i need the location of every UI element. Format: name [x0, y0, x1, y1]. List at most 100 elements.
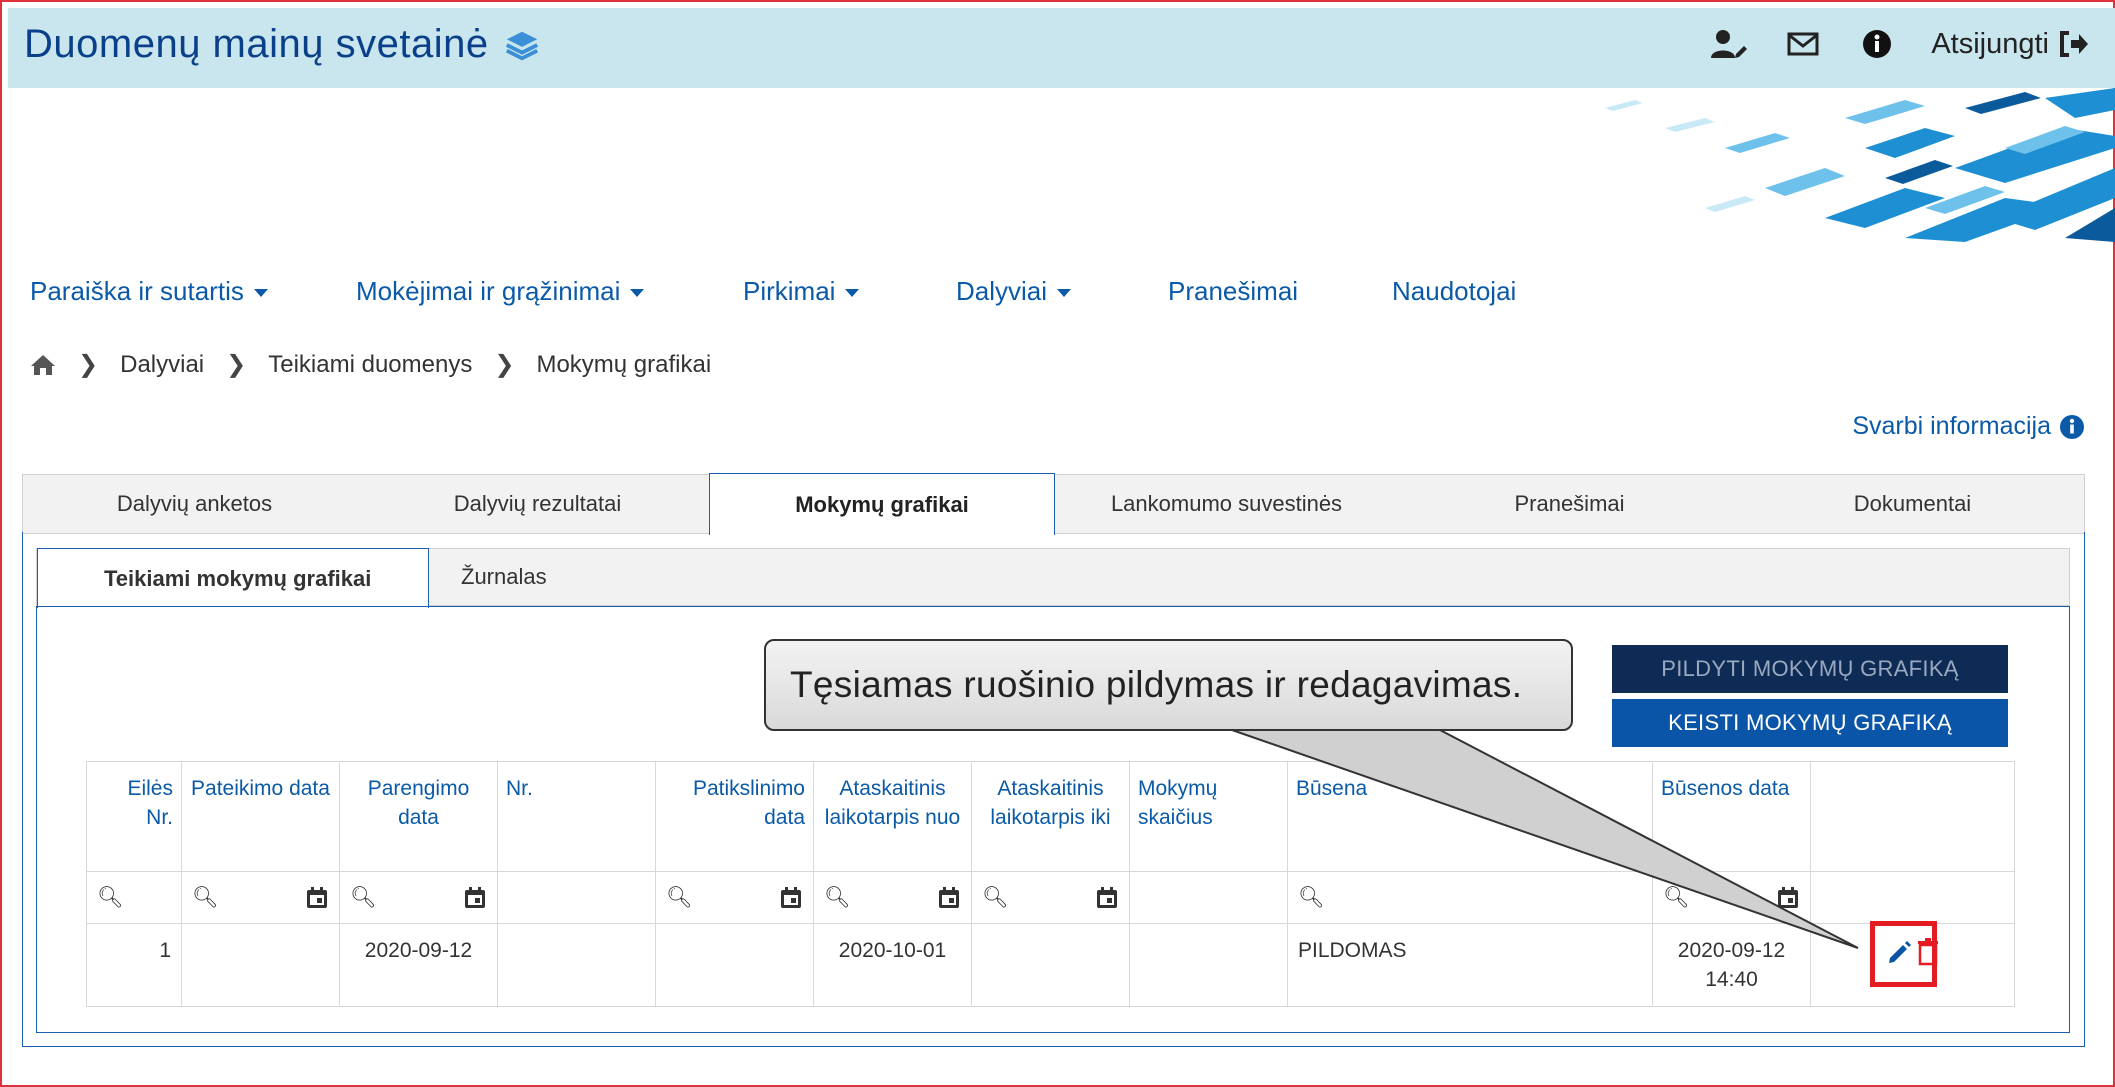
calendar-icon[interactable] — [1776, 886, 1800, 910]
column-header[interactable]: Nr. — [497, 761, 656, 872]
column-header[interactable]: Patikslinimo data — [655, 761, 814, 872]
main-tabs: Dalyvių anketos Dalyvių rezultatai Mokym… — [22, 473, 2085, 535]
nav-item-pirkimai[interactable]: Pirkimai — [743, 276, 956, 307]
search-icon: 🔍︎ — [982, 885, 1009, 909]
filter-cell — [1129, 871, 1288, 924]
caret-down-icon — [1057, 288, 1072, 297]
header-banner-graphic — [1305, 88, 2115, 242]
column-header-actions — [1810, 761, 2015, 872]
search-icon: 🔍︎ — [1298, 885, 1325, 909]
nav-item-mokejimai[interactable]: Mokėjimai ir grąžinimai — [356, 276, 743, 307]
nav-label: Dalyviai — [956, 276, 1048, 306]
nav-label: Naudotojai — [1392, 276, 1517, 306]
site-brand[interactable]: Duomenų mainų svetainė — [24, 22, 541, 67]
cell-laikotarpis-nuo: 2020-10-01 — [813, 923, 972, 1007]
table-row[interactable]: 1 2020-09-12 2020-10-01 PILDOMAS 2020-09… — [86, 923, 2015, 1007]
search-icon: 🔍︎ — [192, 885, 219, 909]
logout-button[interactable]: Atsijungti — [1931, 28, 2089, 61]
tutorial-callout: Tęsiamas ruošinio pildymas ir redagavima… — [764, 639, 1573, 731]
nav-label: Paraiška ir sutartis — [30, 276, 244, 306]
nav-label: Pranešimai — [1168, 276, 1299, 306]
calendar-icon[interactable] — [305, 886, 329, 910]
column-header[interactable]: Būsena — [1287, 761, 1653, 872]
calendar-icon[interactable] — [1095, 886, 1119, 910]
info-icon[interactable] — [1857, 26, 1897, 62]
column-header[interactable]: Eilės Nr. — [86, 761, 182, 872]
column-header[interactable]: Mokymų skaičius — [1129, 761, 1288, 872]
caret-down-icon — [845, 288, 860, 297]
cell-busena: PILDOMAS — [1287, 923, 1653, 1007]
filter-cell[interactable]: 🔍︎ — [1652, 871, 1811, 924]
nav-item-dalyviai[interactable]: Dalyviai — [956, 276, 1168, 307]
schedules-table: Eilės Nr. Pateikimo data Parengimo data … — [86, 761, 2015, 1007]
filter-cell[interactable]: 🔍︎ — [181, 871, 340, 924]
subtab-zurnalas[interactable]: Žurnalas — [429, 549, 547, 605]
nav-item-paraiska[interactable]: Paraiška ir sutartis — [30, 276, 356, 307]
cell-patikslinimo-data — [655, 923, 814, 1007]
caret-down-icon — [630, 288, 645, 297]
tab-dalyviu-anketos[interactable]: Dalyvių anketos — [23, 475, 366, 533]
caret-down-icon — [253, 288, 268, 297]
tab-dalyviu-rezultatai[interactable]: Dalyvių rezultatai — [366, 475, 709, 533]
cell-busenos-data: 2020-09-12 14:40 — [1652, 923, 1811, 1007]
filter-row: 🔍︎ 🔍︎ 🔍︎ 🔍︎ 🔍︎ 🔍︎ 🔍︎ 🔍︎ — [86, 871, 2015, 924]
sub-tabs: Teikiami mokymų grafikai Žurnalas — [36, 548, 2070, 608]
filter-cell[interactable]: 🔍︎ — [655, 871, 814, 924]
nav-item-pranesimai[interactable]: Pranešimai — [1168, 276, 1392, 307]
table-header-row: Eilės Nr. Pateikimo data Parengimo data … — [86, 761, 2015, 872]
top-header: Duomenų mainų svetainė Atsijungti — [8, 8, 2115, 88]
logout-label: Atsijungti — [1931, 27, 2049, 60]
filter-cell[interactable]: 🔍︎ — [86, 871, 182, 924]
search-icon: 🔍︎ — [1663, 885, 1690, 909]
chevron-right-icon: ❯ — [78, 351, 99, 378]
nav-item-naudotojai[interactable]: Naudotojai — [1392, 276, 1516, 307]
cell-eiles-nr: 1 — [86, 923, 182, 1007]
tab-pranesimai[interactable]: Pranešimai — [1398, 475, 1741, 533]
breadcrumb-item[interactable]: Dalyviai — [120, 351, 204, 379]
calendar-icon[interactable] — [463, 886, 487, 910]
breadcrumb-item-current: Mokymų grafikai — [536, 350, 712, 378]
subtab-teikiami-grafikai[interactable]: Teikiami mokymų grafikai — [37, 548, 429, 608]
important-info-link[interactable]: Svarbi informacija — [1852, 412, 2085, 441]
sign-out-icon — [2060, 31, 2088, 57]
home-icon[interactable] — [30, 353, 56, 377]
column-header[interactable]: Ataskaitinis laikotarpis iki — [971, 761, 1130, 872]
search-icon: 🔍︎ — [97, 885, 124, 909]
breadcrumb: ❯ Dalyviai ❯ Teikiami duomenys ❯ Mokymų … — [30, 350, 711, 379]
filter-cell — [1810, 871, 2015, 924]
cell-mokymu-skaicius — [1129, 923, 1288, 1007]
filter-cell[interactable]: 🔍︎ — [1287, 871, 1653, 924]
breadcrumb-item[interactable]: Teikiami duomenys — [268, 351, 472, 379]
tab-lankomumo-suvestines[interactable]: Lankomumo suvestinės — [1055, 475, 1398, 533]
user-edit-icon[interactable] — [1709, 26, 1749, 62]
search-icon: 🔍︎ — [666, 885, 693, 909]
nav-label: Mokėjimai ir grąžinimai — [356, 276, 621, 306]
info-circle-icon — [2060, 414, 2084, 439]
column-header[interactable]: Ataskaitinis laikotarpis nuo — [813, 761, 972, 872]
important-info-label: Svarbi informacija — [1852, 412, 2051, 440]
column-header[interactable]: Būsenos data — [1652, 761, 1811, 872]
cell-parengimo-data: 2020-09-12 — [339, 923, 498, 1007]
cell-nr — [497, 923, 656, 1007]
chevron-right-icon: ❯ — [494, 351, 515, 378]
envelope-icon[interactable] — [1783, 26, 1823, 62]
main-nav: Paraiška ir sutartis Mokėjimai ir grąžin… — [30, 276, 1516, 307]
calendar-icon[interactable] — [937, 886, 961, 910]
filter-cell[interactable]: 🔍︎ — [339, 871, 498, 924]
filter-cell[interactable]: 🔍︎ — [971, 871, 1130, 924]
edit-action-highlight — [1870, 921, 1937, 987]
chevron-right-icon: ❯ — [226, 351, 247, 378]
column-header[interactable]: Parengimo data — [339, 761, 498, 872]
calendar-icon[interactable] — [779, 886, 803, 910]
nav-label: Pirkimai — [743, 276, 836, 306]
tab-mokymu-grafikai[interactable]: Mokymų grafikai — [709, 473, 1055, 535]
column-header[interactable]: Pateikimo data — [181, 761, 340, 872]
search-icon: 🔍︎ — [350, 885, 377, 909]
fill-schedule-button[interactable]: PILDYTI MOKYMŲ GRAFIKĄ — [1612, 645, 2008, 693]
filter-cell[interactable]: 🔍︎ — [813, 871, 972, 924]
tab-dokumentai[interactable]: Dokumentai — [1741, 475, 2084, 533]
cell-pateikimo-data — [181, 923, 340, 1007]
site-title: Duomenų mainų svetainė — [24, 22, 489, 66]
cell-laikotarpis-iki — [971, 923, 1130, 1007]
edit-schedule-button[interactable]: KEISTI MOKYMŲ GRAFIKĄ — [1612, 699, 2008, 747]
